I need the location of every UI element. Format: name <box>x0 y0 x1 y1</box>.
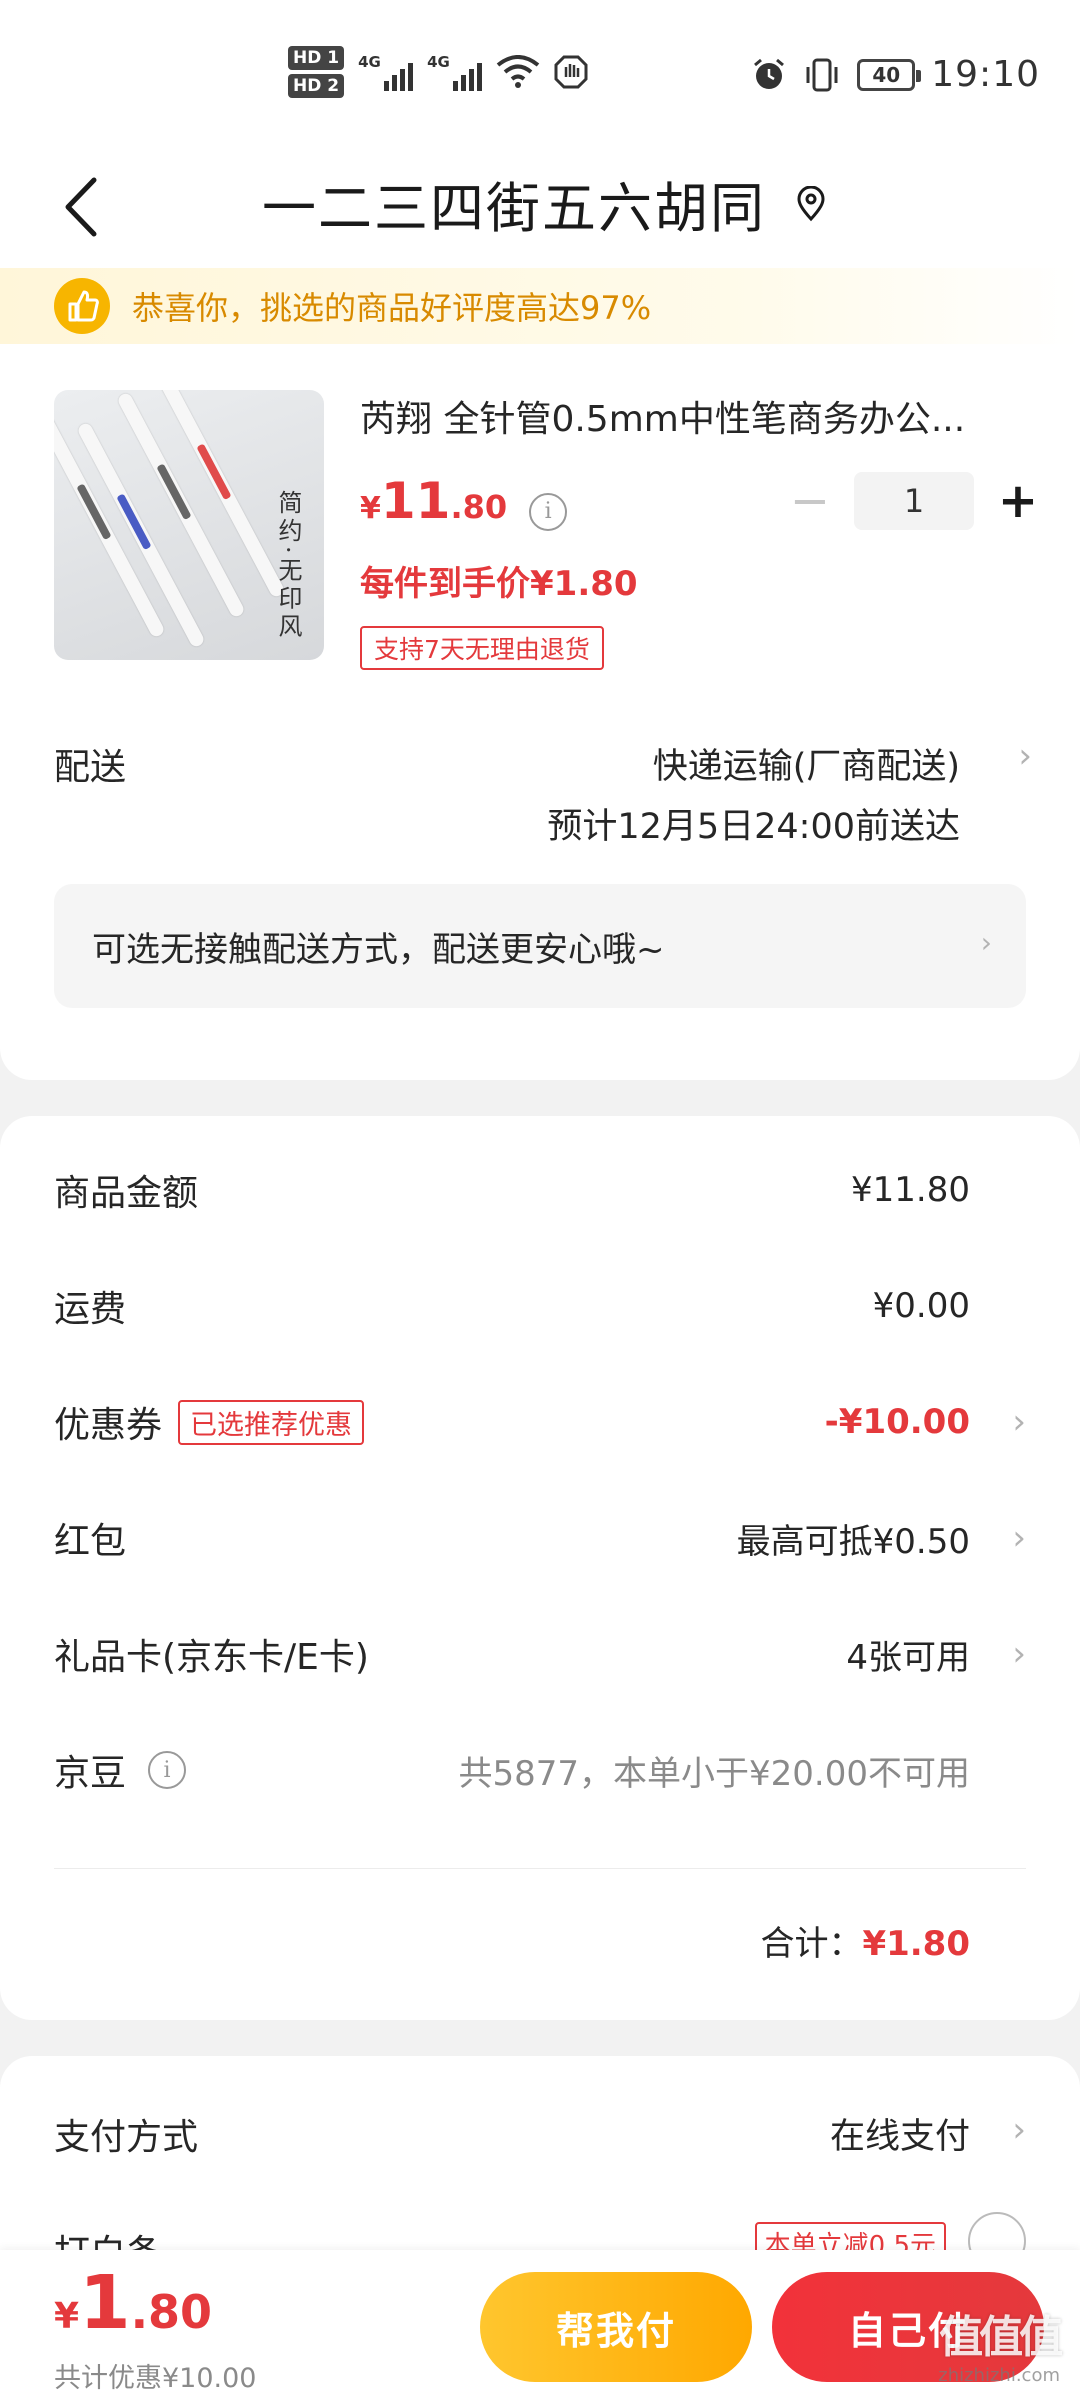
gift-card-label: 礼品卡(京东卡/E卡) <box>54 1637 369 1678</box>
coupon-chevron-icon: › <box>1012 1402 1026 1442</box>
divider <box>54 1868 1026 1869</box>
shipping-value: ¥0.00 <box>872 1286 970 1326</box>
checkout-price-integer: 1 <box>79 2260 131 2346</box>
row-gift-card[interactable]: 礼品卡(京东卡/E卡) 4张可用 › <box>54 1624 1026 1684</box>
price-symbol: ¥ <box>360 491 381 526</box>
watermark: 值值值 zhizhizhi.com <box>938 2301 1063 2386</box>
delivery-label: 配送 <box>54 747 127 788</box>
wifi-icon <box>496 55 540 89</box>
alarm-icon <box>754 58 785 89</box>
page-title: 一二三四街五六胡同 <box>262 177 766 240</box>
help-me-pay-button[interactable]: 帮我付 <box>480 2272 752 2382</box>
signal-1-icon: 4G <box>358 53 414 91</box>
coupon-label: 优惠券 已选推荐优惠 <box>54 1396 365 1448</box>
address-title[interactable]: 一二三四街五六胡同 <box>262 164 826 243</box>
price-decimal: .80 <box>450 488 508 526</box>
gift-card-value: 4张可用 <box>846 1637 970 1678</box>
amount-card: 商品金额 ¥11.80 运费 ¥0.00 优惠券 已选推荐优惠 -¥10.00 … <box>0 1116 1080 2020</box>
row-coupon[interactable]: 优惠券 已选推荐优惠 -¥10.00 › <box>54 1392 1026 1452</box>
status-bar: HD 1 HD 2 4G 4G 40 19:10 <box>0 0 1080 150</box>
signal-2-icon: 4G <box>427 53 483 91</box>
delivery-eta: 预计12月5日24:00前送达 <box>547 807 960 847</box>
contactless-text: 可选无接触配送方式，配送更安心哦~ <box>92 929 665 970</box>
header: 一二三四街五六胡同 <box>0 150 1080 270</box>
thumbnail-caption: 简约·无印风 <box>274 490 302 642</box>
quantity-stepper: − 1 + <box>784 472 1044 530</box>
checkout-price-decimal: .80 <box>130 2285 213 2339</box>
hd-indicators: HD 1 HD 2 <box>288 46 345 98</box>
total-label: 合计： <box>760 1924 863 1964</box>
watermark-url: zhizhizhi.com <box>938 2365 1060 2386</box>
red-packet-chevron-icon: › <box>1012 1518 1026 1558</box>
back-button[interactable] <box>56 172 116 242</box>
delivery-method[interactable]: 快递运输(厂商配送) <box>653 738 960 789</box>
back-arrow-icon <box>65 177 97 237</box>
row-jingdou: 京豆 i 共5877，本单小于¥20.00不可用 <box>54 1740 1026 1800</box>
checkout-price: ¥ 1 .80 <box>54 2266 212 2340</box>
hd2-badge: HD 2 <box>288 74 345 98</box>
order-total: 合计：¥1.80 <box>760 1916 970 1965</box>
row-red-packet[interactable]: 红包 最高可抵¥0.50 › <box>54 1508 1026 1568</box>
row-shipping: 运费 ¥0.00 <box>54 1276 1026 1336</box>
network-type-1: 4G <box>358 53 381 71</box>
hd1-badge: HD 1 <box>288 46 345 70</box>
vibrate-icon <box>806 58 838 91</box>
checkout-bar: ¥ 1 .80 共计优惠¥10.00 帮我付 自己付 值值值 zhizhizhi… <box>0 2250 1080 2400</box>
checkout-price-symbol: ¥ <box>54 2296 80 2337</box>
red-packet-value: 最高可抵¥0.50 <box>736 1521 970 1562</box>
jingdou-info-icon[interactable]: i <box>148 1751 187 1789</box>
delivery-chevron-icon[interactable]: › <box>1018 736 1032 776</box>
jingdou-label-text: 京豆 <box>54 1753 127 1794</box>
decrease-quantity-button[interactable]: − <box>784 473 836 529</box>
coupon-recommended-badge: 已选推荐优惠 <box>178 1399 365 1445</box>
payment-chevron-icon[interactable]: › <box>1012 2110 1026 2150</box>
price-info-icon[interactable]: i <box>529 492 568 531</box>
total-savings: 共计优惠¥10.00 <box>54 2356 256 2395</box>
return-policy-badge: 支持7天无理由退货 <box>360 626 604 670</box>
price-integer: 11 <box>380 472 451 530</box>
battery-icon: 40 <box>857 58 922 91</box>
payment-method-label: 支付方式 <box>54 2117 199 2158</box>
rating-banner: 恭喜你，挑选的商品好评度高达97% <box>0 268 1080 344</box>
network-type-2: 4G <box>427 53 450 71</box>
coupon-value: -¥10.00 <box>824 1402 970 1442</box>
thumbs-up-icon <box>54 278 110 334</box>
status-time: 19:10 <box>931 54 1040 95</box>
status-left: HD 1 HD 2 4G 4G <box>288 46 588 98</box>
savings-label: 共计优惠 <box>54 2363 162 2394</box>
product-price: ¥ 11 .80 i <box>360 472 568 531</box>
product-thumbnail[interactable]: 简约·无印风 <box>54 390 324 660</box>
location-pin-icon <box>797 185 825 221</box>
goods-amount-label: 商品金额 <box>54 1173 199 1214</box>
product-name[interactable]: 芮翔 全针管0.5mm中性笔商务办公... <box>360 390 1010 442</box>
goods-amount-value: ¥11.80 <box>851 1170 970 1210</box>
payment-method-value[interactable]: 在线支付 <box>830 2108 970 2159</box>
hand-gesture-icon <box>554 55 588 89</box>
contactless-chevron-icon: › <box>980 926 992 959</box>
red-packet-label: 红包 <box>54 1521 127 1562</box>
contactless-delivery-option[interactable]: 可选无接触配送方式，配送更安心哦~ › <box>54 884 1026 1008</box>
increase-quantity-button[interactable]: + <box>992 473 1044 529</box>
total-value: ¥1.80 <box>862 1924 970 1964</box>
jingdou-value: 共5877，本单小于¥20.00不可用 <box>458 1753 971 1794</box>
quantity-input[interactable]: 1 <box>854 472 974 530</box>
banner-text: 恭喜你，挑选的商品好评度高达97% <box>132 289 652 327</box>
row-goods-amount: 商品金额 ¥11.80 <box>54 1160 1026 1220</box>
shipping-label: 运费 <box>54 1289 127 1330</box>
watermark-logo: 值值值 <box>939 2312 1063 2363</box>
product-card: 简约·无印风 芮翔 全针管0.5mm中性笔商务办公... ¥ 11 .80 i … <box>0 344 1080 1080</box>
coupon-label-text: 优惠券 <box>54 1405 163 1446</box>
gift-card-chevron-icon: › <box>1012 1634 1026 1674</box>
savings-value: ¥10.00 <box>162 2363 257 2394</box>
status-right: 40 19:10 <box>751 54 1040 95</box>
unit-price: 每件到手价¥1.80 <box>360 564 638 604</box>
jingdou-label: 京豆 i <box>54 1744 187 1796</box>
